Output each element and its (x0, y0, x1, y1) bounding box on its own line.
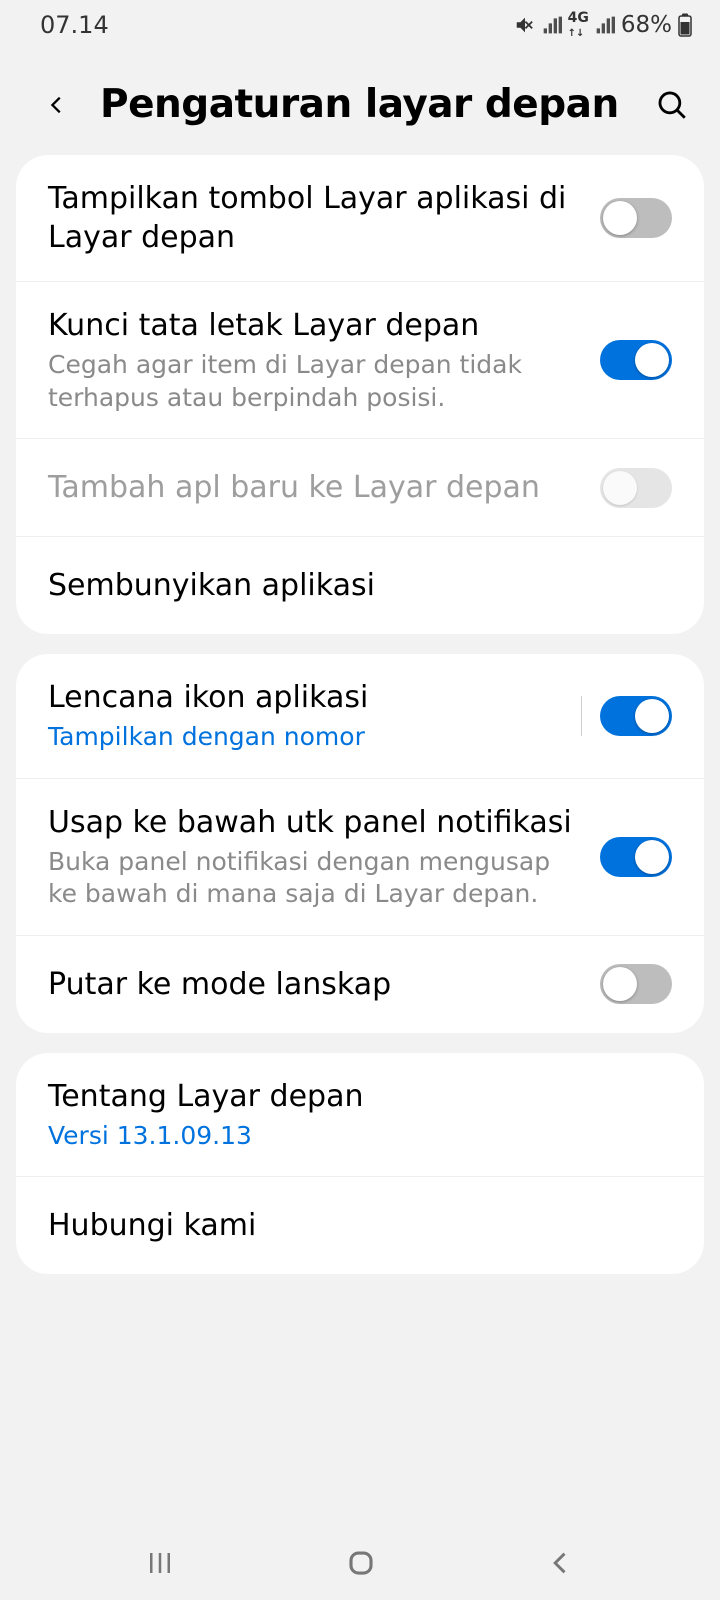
row-about-home[interactable]: Tentang Layar depan Versi 13.1.09.13 (16, 1053, 704, 1177)
chevron-left-icon (46, 87, 68, 123)
row-text: Putar ke mode lanskap (48, 965, 600, 1004)
row-title: Kunci tata letak Layar depan (48, 306, 582, 345)
status-icons: 4G↑↓ 68% (514, 11, 692, 39)
row-text: Lencana ikon aplikasi Tampilkan dengan no… (48, 678, 581, 754)
toggle-knob (635, 699, 669, 733)
row-title: Usap ke bawah utk panel notifikasi (48, 803, 582, 842)
toggle-knob (603, 967, 637, 1001)
row-rotate-landscape[interactable]: Putar ke mode lanskap (16, 935, 704, 1033)
toggle-swipe-down-notif[interactable] (600, 837, 672, 877)
row-text: Hubungi kami (48, 1206, 672, 1245)
battery-icon (678, 13, 692, 37)
row-title: Hubungi kami (48, 1206, 654, 1245)
row-text: Tambah apl baru ke Layar depan (48, 468, 600, 507)
toggle-knob (635, 343, 669, 377)
row-title: Tentang Layar depan (48, 1077, 654, 1116)
settings-group: Tentang Layar depan Versi 13.1.09.13 Hubun… (16, 1053, 704, 1275)
row-swipe-down-notif[interactable]: Usap ke bawah utk panel notifikasi Buka p… (16, 778, 704, 935)
row-contact-us[interactable]: Hubungi kami (16, 1176, 704, 1274)
toggle-knob (603, 201, 637, 235)
row-add-new-apps[interactable]: Tambah apl baru ke Layar depan (16, 438, 704, 536)
battery-text: 68% (621, 12, 672, 38)
row-sub: Tampilkan dengan nomor (48, 721, 563, 754)
nav-home[interactable] (346, 1548, 376, 1582)
row-sub: Buka panel notifikasi dengan mengusap ke… (48, 846, 582, 911)
recents-icon (145, 1548, 175, 1578)
mute-icon (514, 14, 536, 36)
settings-group: Lencana ikon aplikasi Tampilkan dengan no… (16, 654, 704, 1033)
back-button[interactable] (38, 86, 76, 124)
status-time: 07.14 (40, 11, 109, 39)
toggle-rotate-landscape[interactable] (600, 964, 672, 1004)
toggle-app-icon-badges[interactable] (600, 696, 672, 736)
toggle-show-apps-button[interactable] (600, 198, 672, 238)
signal-icon-2 (595, 15, 615, 35)
nav-back[interactable] (547, 1548, 575, 1582)
row-title: Tambah apl baru ke Layar depan (48, 468, 582, 507)
header: Pengaturan layar depan (0, 50, 720, 155)
home-icon (346, 1548, 376, 1578)
row-sub: Versi 13.1.09.13 (48, 1120, 654, 1153)
row-lock-layout[interactable]: Kunci tata letak Layar depan Cegah agar i… (16, 281, 704, 438)
row-title: Putar ke mode lanskap (48, 965, 582, 1004)
row-show-apps-button[interactable]: Tampilkan tombol Layar aplikasi di Layar… (16, 155, 704, 281)
row-text: Tampilkan tombol Layar aplikasi di Layar… (48, 179, 600, 257)
toggle-lock-layout[interactable] (600, 340, 672, 380)
network-4g-icon: 4G↑↓ (568, 11, 589, 39)
row-text: Tentang Layar depan Versi 13.1.09.13 (48, 1077, 672, 1153)
row-title: Lencana ikon aplikasi (48, 678, 563, 717)
row-text: Usap ke bawah utk panel notifikasi Buka p… (48, 803, 600, 911)
toggle-knob (635, 840, 669, 874)
row-text: Sembunyikan aplikasi (48, 566, 672, 605)
page-title: Pengaturan layar depan (100, 82, 626, 127)
search-button[interactable] (650, 83, 694, 127)
settings-group: Tampilkan tombol Layar aplikasi di Layar… (16, 155, 704, 634)
signal-icon-1 (542, 15, 562, 35)
row-text: Kunci tata letak Layar depan Cegah agar i… (48, 306, 600, 414)
settings-content: Tampilkan tombol Layar aplikasi di Layar… (0, 155, 720, 1274)
toggle-add-new-apps (600, 468, 672, 508)
nav-back-icon (547, 1548, 575, 1578)
divider (581, 696, 582, 736)
row-app-icon-badges[interactable]: Lencana ikon aplikasi Tampilkan dengan no… (16, 654, 704, 778)
toggle-knob (603, 471, 637, 505)
row-sub: Cegah agar item di Layar depan tidak ter… (48, 349, 582, 414)
status-bar: 07.14 4G↑↓ 68% (0, 0, 720, 50)
row-title: Tampilkan tombol Layar aplikasi di Layar… (48, 179, 582, 257)
search-icon (655, 88, 689, 122)
row-title: Sembunyikan aplikasi (48, 566, 654, 605)
nav-bar (0, 1530, 720, 1600)
row-hide-apps[interactable]: Sembunyikan aplikasi (16, 536, 704, 634)
nav-recents[interactable] (145, 1548, 175, 1582)
